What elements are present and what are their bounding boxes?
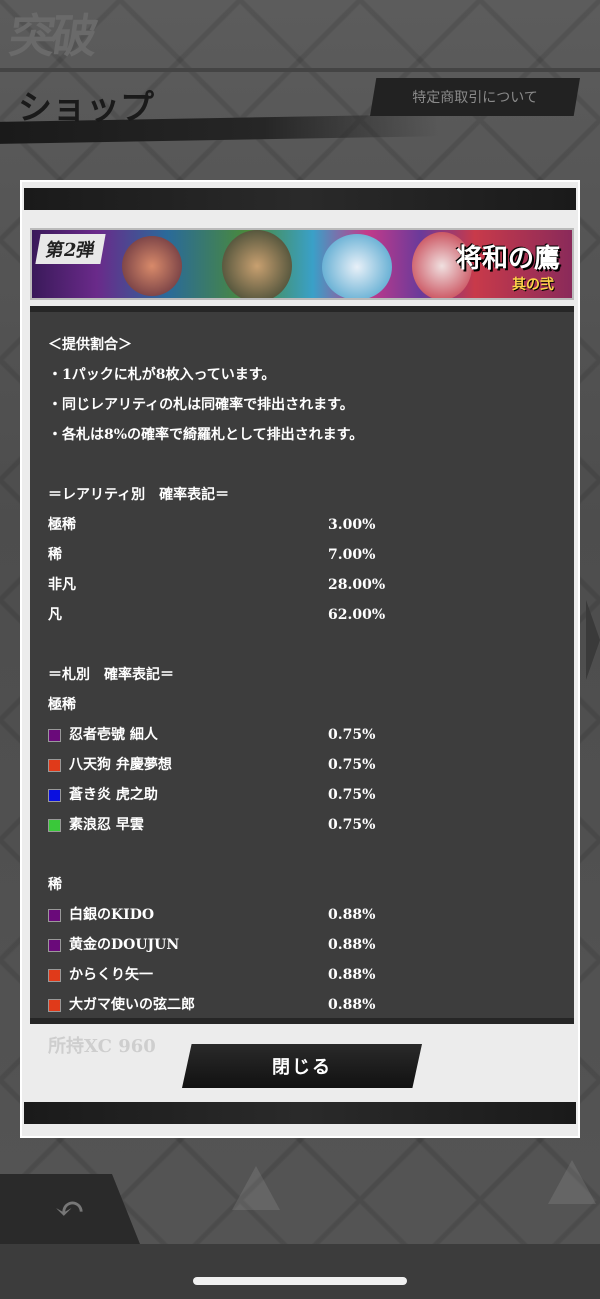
rates-content[interactable]: ＜提供割合＞ ・1パックに札が8枚入っています。 ・同じレアリティの札は同確率で… [30,306,574,1024]
rarity-name: 非凡 [48,577,76,593]
rates-modal: 第2弾 将和の鷹 其の弐 ＜提供割合＞ ・1パックに札が8枚入っています。 ・同… [20,180,580,1138]
coin-balance: 所持XC 960 [48,1036,156,1057]
rates-note: ・1パックに札が8枚入っています。 [48,367,276,383]
back-arrow-icon: ↶ [54,1188,86,1230]
rates-note: ・同じレアリティの札は同確率で排出されます。 [48,397,354,413]
card-name: 白銀のKIDO [69,907,155,923]
card-name: 八天狗 弁慶夢想 [69,757,172,773]
character-art [222,230,292,298]
rarity-pct: 3.00% [328,517,376,533]
card-pct: 0.88% [328,937,376,953]
character-art [322,234,392,298]
card-row: 忍者壱號 細人 0.75% [48,720,558,750]
rates-note: ・各札は8%の確率で綺羅札として排出されます。 [48,427,364,443]
banner-title: 将和の鷹 [455,244,560,274]
rarity-swatch [48,998,61,1012]
modal-top-bar [24,188,576,210]
rarity-pct: 7.00% [328,547,376,563]
modal-bottom-bar [24,1102,576,1124]
rarity-swatch [48,818,61,832]
rarity-name: 凡 [48,607,62,623]
bg-triangle-decoration [548,1160,596,1204]
rarity-row: 稀 7.00% [48,540,558,570]
card-row: 八天狗 弁慶夢想 0.75% [48,750,558,780]
banner-series-label: 第2弾 [35,234,106,264]
card-name: 忍者壱號 細人 [69,727,158,743]
rarity-row: 極稀 3.00% [48,510,558,540]
card-row: 大ガマ使いの弦二郎 0.88% [48,990,558,1018]
app-logo: 突破 [5,9,98,63]
banner-subtitle: 其の弐 [512,277,554,293]
card-row: 蒼き炎 虎之助 0.75% [48,780,558,810]
card-row: 素浪忍 早雲 0.75% [48,810,558,840]
character-art [122,236,182,296]
rarity-row: 凡 62.00% [48,600,558,630]
rarity-swatch [48,758,61,772]
card-pct: 0.75% [328,817,376,833]
group-label: 極稀 [48,697,76,713]
rarity-swatch [48,788,61,802]
home-indicator[interactable] [193,1277,407,1285]
page-title: ショップ [18,88,154,128]
rarity-swatch [48,968,61,982]
card-name: からくり矢一 [69,967,153,983]
card-row: からくり矢一 0.88% [48,960,558,990]
legal-info-button[interactable]: 特定商取引について [370,78,580,116]
card-pct: 0.88% [328,967,376,983]
header-divider [0,68,600,72]
rarity-swatch [48,728,61,742]
card-pct: 0.88% [328,907,376,923]
card-rates-heading: ＝札別 確率表記＝ [48,667,174,683]
rarity-pct: 28.00% [328,577,386,593]
rarity-name: 稀 [48,547,62,563]
close-button[interactable]: 閉じる [182,1044,422,1088]
card-pct: 0.75% [328,727,376,743]
card-name: 素浪忍 早雲 [69,817,144,833]
card-row: 黄金のDOUJUN 0.88% [48,930,558,960]
rarity-swatch [48,938,61,952]
rarity-name: 極稀 [48,517,76,533]
group-label: 稀 [48,877,62,893]
card-pct: 0.75% [328,787,376,803]
card-name: 蒼き炎 虎之助 [69,787,158,803]
rarity-heading: ＝レアリティ別 確率表記＝ [48,487,230,503]
card-name: 大ガマ使いの弦二郎 [69,997,195,1013]
rates-heading: ＜提供割合＞ [48,337,132,353]
rarity-pct: 62.00% [328,607,386,623]
bg-triangle-decoration [232,1166,280,1210]
card-pct: 0.88% [328,997,376,1013]
bottom-strip [0,1244,600,1299]
rarity-swatch [48,908,61,922]
rarity-row: 非凡 28.00% [48,570,558,600]
card-row: 白銀のKIDO 0.88% [48,900,558,930]
pack-banner: 第2弾 将和の鷹 其の弐 [30,228,574,300]
card-pct: 0.75% [328,757,376,773]
card-name: 黄金のDOUJUN [69,937,180,953]
